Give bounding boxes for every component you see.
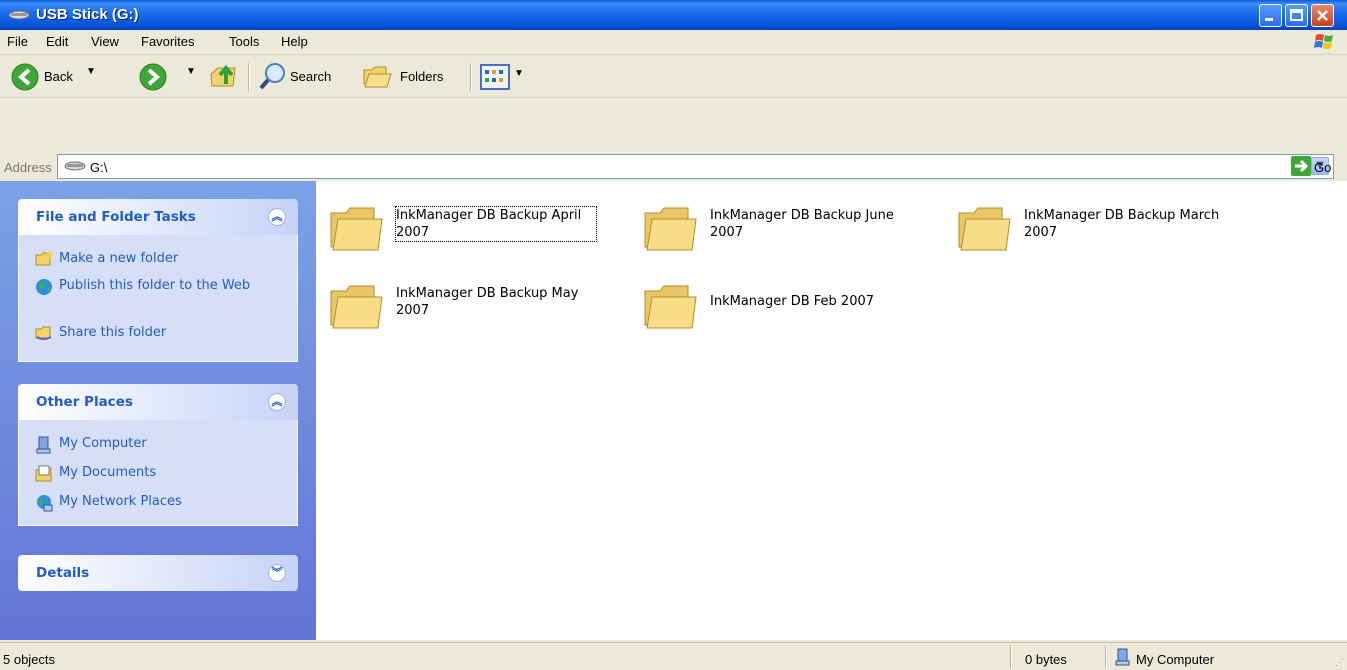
status-zone: My Computer [1136, 652, 1215, 667]
file-folder-tasks-title: File and Folder Tasks [36, 209, 196, 225]
network-places-icon [35, 494, 53, 516]
address-input[interactable]: G:\ ▼ [57, 154, 1334, 179]
drive-icon [64, 160, 86, 176]
search-icon[interactable] [258, 61, 288, 94]
go-button[interactable]: Go [1314, 160, 1331, 175]
back-dropdown-icon[interactable]: ▼ [86, 66, 96, 77]
close-button[interactable] [1311, 4, 1334, 27]
details-title: Details [36, 565, 90, 581]
menu-help[interactable]: Help [281, 34, 308, 49]
my-documents-icon [35, 465, 53, 487]
title-bar[interactable]: USB Stick (G:) [0, 0, 1347, 30]
up-folder-icon[interactable] [208, 60, 238, 95]
windows-logo-icon [1313, 32, 1337, 56]
collapse-chevron-icon[interactable]: ︽ [268, 208, 286, 226]
share-folder-icon [35, 325, 53, 345]
status-separator [1010, 646, 1012, 668]
details-panel: Details ︾ [18, 555, 298, 591]
go-arrow-icon[interactable] [1290, 155, 1312, 181]
file-list-view[interactable]: InkManager DB Backup April 2007 InkManag… [316, 181, 1347, 640]
task-pane: File and Folder Tasks ︽ Make a new folde… [0, 181, 316, 640]
folder-icon [642, 281, 698, 335]
menu-file[interactable]: File [7, 34, 28, 49]
folder-name: InkManager DB Backup March 2007 [1024, 208, 1220, 240]
my-computer-icon [35, 436, 53, 458]
collapse-chevron-icon[interactable]: ︽ [268, 393, 286, 411]
folder-item[interactable]: InkManager DB Backup March 2007 [944, 181, 1244, 251]
status-separator [1105, 646, 1107, 668]
menu-tools[interactable]: Tools [229, 34, 259, 49]
folder-item[interactable]: InkManager DB Backup June 2007 [630, 181, 930, 251]
views-dropdown-icon[interactable]: ▼ [514, 68, 524, 79]
toolbar-separator [470, 63, 472, 91]
status-bar: 5 objects 0 bytes My Computer ⋰ [0, 642, 1347, 670]
file-folder-tasks-header[interactable]: File and Folder Tasks ︽ [18, 199, 298, 235]
menu-favorites[interactable]: Favorites [141, 34, 194, 49]
folder-icon [328, 281, 384, 335]
other-places-title: Other Places [36, 394, 133, 410]
other-places-panel: Other Places ︽ My Computer My Documents [18, 384, 298, 526]
folder-item[interactable]: InkManager DB Backup April 2007 [316, 181, 616, 251]
other-places-header[interactable]: Other Places ︽ [18, 384, 298, 420]
address-bar: Address G:\ ▼ Go [0, 98, 1347, 179]
details-header[interactable]: Details ︾ [18, 555, 298, 591]
resize-grip-icon[interactable]: ⋰ [1335, 657, 1344, 668]
globe-icon [35, 278, 53, 300]
menu-bar: File Edit View Favorites Tools Help [0, 30, 1347, 55]
file-folder-tasks-body: Make a new folder Publish this folder to… [18, 235, 298, 362]
toolbar-separator [248, 63, 250, 91]
menu-edit[interactable]: Edit [46, 34, 68, 49]
explorer-window: USB Stick (G:) File Edit View Favorites … [0, 0, 1347, 670]
folder-name: InkManager DB Backup April 2007 [395, 206, 597, 242]
folders-icon[interactable] [360, 62, 394, 93]
toolbar: Back ▼ ▼ Search Folders ▼ [0, 55, 1347, 98]
forward-dropdown-icon[interactable]: ▼ [186, 66, 196, 77]
folder-name: InkManager DB Backup May 2007 [396, 286, 579, 318]
file-folder-tasks-panel: File and Folder Tasks ︽ Make a new folde… [18, 199, 298, 362]
address-label: Address [4, 160, 52, 175]
other-places-body: My Computer My Documents My Network Plac… [18, 420, 298, 526]
folder-icon [642, 203, 698, 257]
maximize-button[interactable] [1285, 4, 1308, 27]
search-button[interactable]: Search [290, 69, 331, 84]
folder-name: InkManager DB Backup June 2007 [710, 208, 894, 240]
minimize-button[interactable] [1259, 4, 1282, 27]
folders-button[interactable]: Folders [400, 69, 443, 84]
window-title: USB Stick (G:) [36, 6, 139, 23]
folder-name: InkManager DB Feb 2007 [710, 294, 875, 309]
new-folder-icon [35, 251, 53, 271]
forward-arrow-icon[interactable] [138, 62, 168, 95]
folder-item[interactable]: InkManager DB Backup May 2007 [316, 259, 616, 329]
folder-icon [956, 203, 1012, 257]
folder-icon [328, 203, 384, 257]
address-value: G:\ [90, 160, 108, 175]
back-button[interactable]: Back [44, 69, 73, 84]
expand-chevron-icon[interactable]: ︾ [268, 564, 286, 582]
menu-view[interactable]: View [91, 34, 119, 49]
status-size: 0 bytes [1025, 652, 1067, 667]
views-icon[interactable] [480, 64, 510, 93]
folder-item[interactable]: InkManager DB Feb 2007 [630, 259, 930, 329]
my-computer-icon [1114, 648, 1132, 669]
status-object-count: 5 objects [3, 652, 56, 667]
back-arrow-icon[interactable] [10, 62, 40, 95]
usb-drive-icon [8, 8, 30, 26]
